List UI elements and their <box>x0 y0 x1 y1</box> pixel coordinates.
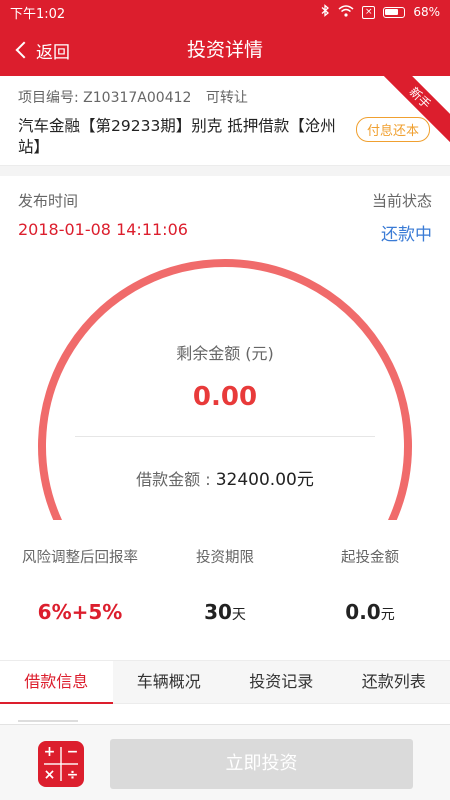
calc-divide: ÷ <box>66 767 79 783</box>
no-sim-icon: × <box>362 5 376 19</box>
min-investment-unit: 元 <box>380 607 395 623</box>
term-value: 30天 <box>150 600 300 624</box>
term-label: 投资期限 <box>196 550 254 566</box>
project-code-value: Z10317A00412 <box>83 90 192 106</box>
status-icons: × 68% <box>321 4 440 20</box>
battery-icon <box>383 6 406 18</box>
loan-amount-value: 32400.00元 <box>215 470 314 490</box>
remaining-amount-value: 0.00 <box>192 382 258 412</box>
current-state-label: 当前状态 <box>371 192 432 210</box>
battery-percent: 68% <box>413 5 440 19</box>
tab-vehicle-overview[interactable]: 车辆概况 <box>113 661 226 703</box>
back-label: 返回 <box>36 42 70 63</box>
gauge-divider <box>75 436 375 437</box>
content-peek <box>18 720 78 722</box>
remaining-amount-label: 剩余金额 (元) <box>176 344 274 363</box>
wifi-icon <box>338 4 354 20</box>
project-code-label: 项目编号: <box>18 90 79 106</box>
project-info: 项目编号: Z10317A00412 可转让 汽车金融【第29233期】别克 抵… <box>0 76 450 166</box>
calculator-icon[interactable]: + − × ÷ <box>38 741 84 787</box>
min-investment-label: 起投金额 <box>341 550 399 566</box>
return-rate-value: 6%+5% <box>5 600 155 624</box>
detail-tabs: 借款信息 车辆概况 投资记录 还款列表 <box>0 660 450 704</box>
publish-time-label: 发布时间 <box>18 192 79 210</box>
tab-investment-records[interactable]: 投资记录 <box>225 661 338 703</box>
loan-amount-line: 借款金额 : 32400.00元 <box>0 465 450 490</box>
min-investment-value: 0.0元 <box>295 600 445 624</box>
chevron-left-icon <box>15 41 33 59</box>
nav-bar: 返回 投资详情 <box>0 24 450 76</box>
calc-plus: + <box>43 744 56 760</box>
return-rate-label: 风险调整后回报率 <box>22 550 138 566</box>
status-bar: 下午1:02 × 68% <box>0 0 450 24</box>
project-code-line: 项目编号: Z10317A00412 可转让 <box>18 87 248 107</box>
bottom-action-bar: + − × ÷ 立即投资 <box>0 724 450 800</box>
tab-loan-info[interactable]: 借款信息 <box>0 661 113 704</box>
return-rate-number: 6%+5% <box>37 600 123 624</box>
repayment-type-badge: 付息还本 <box>355 117 430 142</box>
calc-minus: − <box>66 744 79 760</box>
current-state-value: 还款中 <box>381 225 432 245</box>
bluetooth-icon <box>321 4 330 20</box>
invest-now-button[interactable]: 立即投资 <box>110 739 413 789</box>
tab-repayment-list[interactable]: 还款列表 <box>338 661 450 703</box>
section-divider <box>0 166 450 176</box>
publish-time-value: 2018-01-08 14:11:06 <box>18 220 188 239</box>
loan-amount-label: 借款金额 : <box>136 470 211 489</box>
term-unit: 天 <box>231 607 246 623</box>
term-number: 30 <box>204 600 232 624</box>
project-name: 汽车金融【第29233期】别克 抵押借款【沧州站】 <box>18 117 336 156</box>
back-button[interactable]: 返回 <box>14 24 70 76</box>
calc-multiply: × <box>43 767 56 783</box>
status-time: 下午1:02 <box>10 6 66 22</box>
transferable-label: 可转让 <box>205 90 248 106</box>
min-investment-number: 0.0 <box>345 600 381 624</box>
